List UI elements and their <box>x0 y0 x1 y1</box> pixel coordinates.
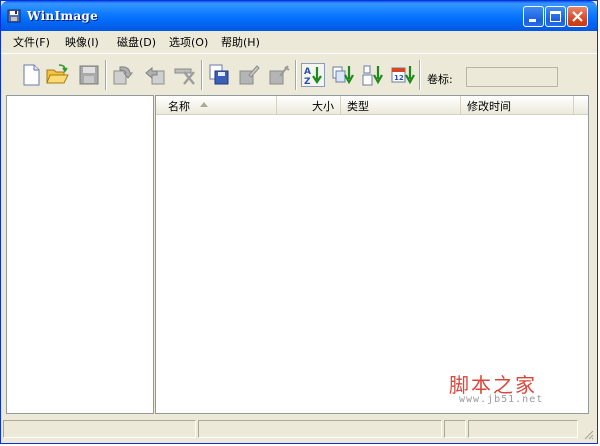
column-size-label: 大小 <box>312 100 334 113</box>
format-disk-button[interactable] <box>267 63 291 87</box>
maximize-icon <box>550 11 561 22</box>
inject-icon <box>145 66 165 85</box>
watermark-url: www.jb51.net <box>459 394 544 405</box>
sort-by-size-icon <box>362 65 383 86</box>
column-header-size[interactable]: 大小 <box>277 96 341 114</box>
menu-help[interactable]: 帮助(H) <box>221 34 260 50</box>
extract-button[interactable] <box>111 63 135 87</box>
read-disk-icon <box>209 64 229 85</box>
sort-by-name-button[interactable]: A Z <box>301 63 325 87</box>
application-window: WinImage 文件(F) 映像(I) 磁盘(D) 选项(O) 帮助(H) A… <box>0 0 598 444</box>
menu-bar: 文件(F) 映像(I) 磁盘(D) 选项(O) 帮助(H) <box>1 31 597 51</box>
sort-by-type-button[interactable] <box>331 63 355 87</box>
close-button[interactable] <box>567 6 588 27</box>
window-title: WinImage <box>27 9 99 23</box>
toolbar: A Z 12 卷标: <box>1 53 597 94</box>
menu-file[interactable]: 文件(F) <box>13 34 50 50</box>
save-button[interactable] <box>77 63 101 87</box>
floppy-disk-icon[interactable] <box>7 9 21 23</box>
menu-image[interactable]: 映像(I) <box>65 34 99 50</box>
sort-by-name-icon: A Z <box>304 67 322 86</box>
toolbar-separator <box>419 60 421 90</box>
maximize-button[interactable] <box>545 6 566 27</box>
sort-by-date-icon: 12 <box>391 66 415 85</box>
read-disk-button[interactable] <box>207 63 231 87</box>
toolbar-separator <box>105 60 107 90</box>
sort-by-type-icon <box>332 66 354 85</box>
inject-button[interactable] <box>143 63 167 87</box>
format-disk-icon <box>269 65 290 85</box>
column-type-label: 类型 <box>347 100 369 113</box>
toolbar-separator <box>295 60 297 90</box>
resize-grip-icon[interactable] <box>583 429 594 440</box>
svg-text:Z: Z <box>304 77 311 86</box>
sort-by-date-button[interactable]: 12 <box>391 63 415 87</box>
svg-text:A: A <box>304 67 311 77</box>
status-pane-1 <box>3 420 196 438</box>
toolbar-separator <box>201 60 203 90</box>
close-icon <box>572 11 583 22</box>
delete-button[interactable] <box>173 63 197 87</box>
sort-by-size-button[interactable] <box>361 63 385 87</box>
minimize-button[interactable] <box>523 6 544 27</box>
column-header-type[interactable]: 类型 <box>341 96 461 114</box>
extract-icon <box>113 66 134 85</box>
svg-text:12: 12 <box>394 74 404 82</box>
status-pane-4 <box>468 420 578 438</box>
status-pane-3 <box>444 420 466 438</box>
save-icon <box>79 65 99 85</box>
write-disk-button[interactable] <box>237 63 261 87</box>
menu-disk[interactable]: 磁盘(D) <box>117 34 156 50</box>
file-list-pane[interactable]: 名称 大小 类型 修改时间 <box>155 95 589 414</box>
column-header-name[interactable]: 名称 <box>156 96 277 114</box>
minimize-icon <box>529 19 536 22</box>
new-file-icon <box>23 64 40 86</box>
folder-tree-pane[interactable] <box>6 95 154 414</box>
menu-options[interactable]: 选项(O) <box>169 34 208 50</box>
open-button[interactable] <box>45 63 69 87</box>
sort-ascending-icon <box>200 102 208 107</box>
column-modified-label: 修改时间 <box>467 100 511 113</box>
write-disk-icon <box>239 65 260 85</box>
status-bar <box>1 417 597 443</box>
volume-label-field[interactable] <box>466 67 558 87</box>
title-bar[interactable]: WinImage <box>1 1 597 31</box>
volume-label: 卷标: <box>427 73 453 86</box>
open-folder-icon <box>46 64 69 84</box>
status-pane-2 <box>198 420 442 438</box>
column-name-label: 名称 <box>168 100 190 113</box>
new-file-button[interactable] <box>19 63 43 87</box>
delete-icon <box>174 68 195 85</box>
column-header-modified[interactable]: 修改时间 <box>461 96 574 114</box>
list-header: 名称 大小 类型 修改时间 <box>156 96 588 115</box>
